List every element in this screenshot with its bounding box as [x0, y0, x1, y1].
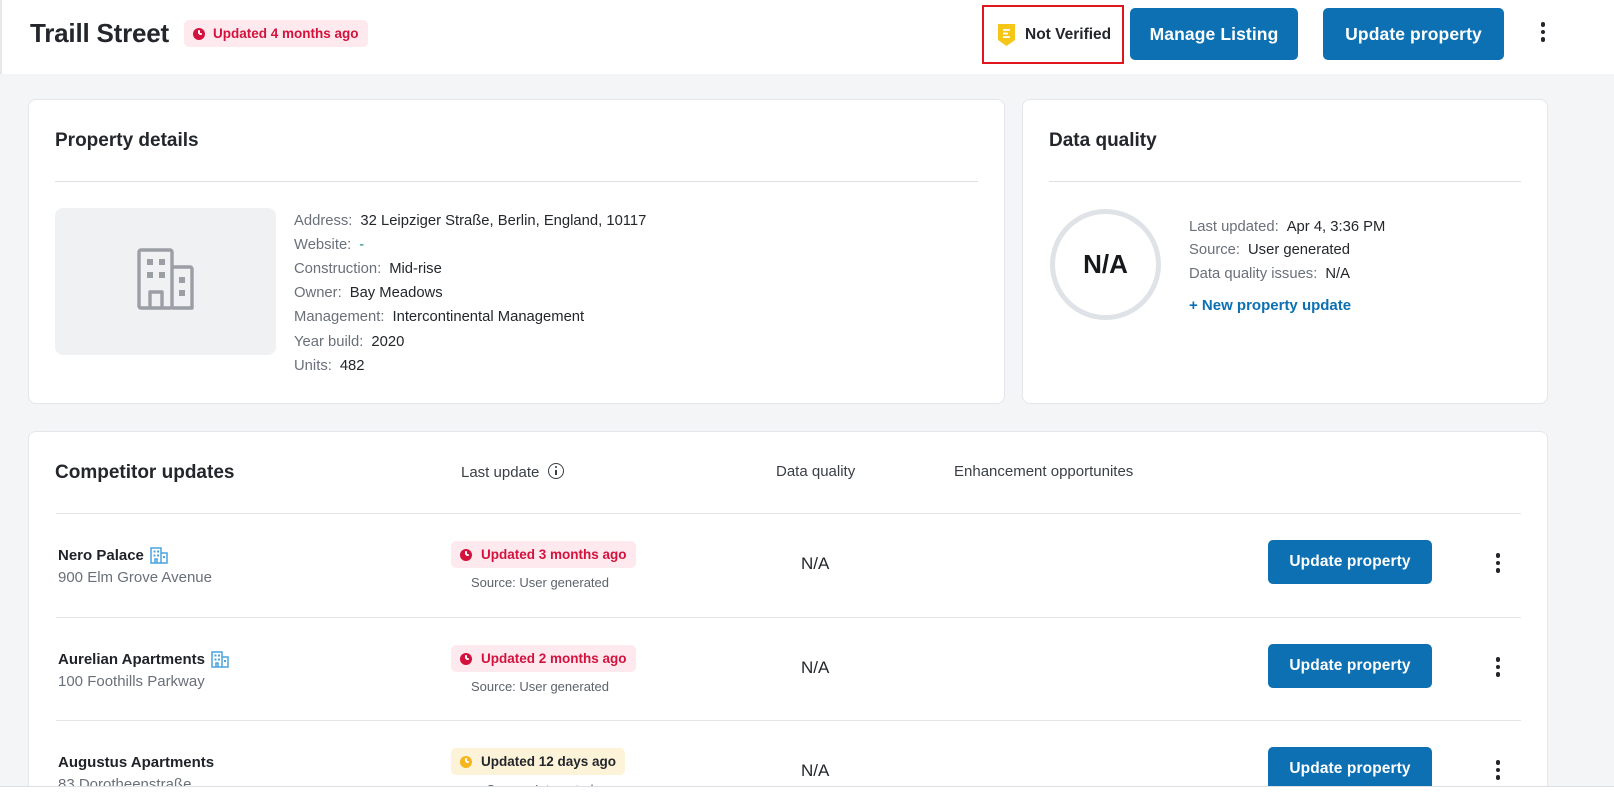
- data-quality-value: N/A: [801, 658, 830, 677]
- detail-construction: Construction: Mid-rise: [294, 261, 442, 278]
- column-header-last-update: Last update: [461, 463, 565, 481]
- more-options-icon[interactable]: [1488, 655, 1508, 679]
- verification-status[interactable]: Not Verified: [982, 5, 1124, 64]
- divider: [55, 181, 978, 182]
- column-header-data-quality: Data quality: [776, 463, 856, 480]
- competitor-updates-card: Competitor updates Last update Data qual…: [28, 431, 1548, 812]
- competitor-row: Aurelian Apartments 100 Foothills Parkwa…: [56, 617, 1521, 721]
- clock-icon: [460, 548, 472, 561]
- updated-status-badge: Updated 4 months ago: [184, 20, 368, 47]
- clock-icon: [460, 755, 472, 768]
- detail-website: Website: -: [294, 237, 365, 254]
- property-image-placeholder: [55, 208, 276, 355]
- updated-status-badge: Updated 3 months ago: [451, 541, 636, 568]
- property-details-title: Property details: [55, 130, 199, 151]
- competitor-address: 100 Foothills Parkway: [58, 673, 205, 690]
- data-quality-value: N/A: [801, 761, 830, 780]
- competitor-updates-title: Competitor updates: [55, 462, 235, 483]
- column-header-enhancement: Enhancement opportunites: [954, 463, 1134, 480]
- qa-source: Source: User generated: [1189, 242, 1350, 259]
- page-title: Traill Street: [30, 18, 170, 48]
- manage-listing-button[interactable]: Manage Listing: [1130, 8, 1298, 60]
- source-text: Source: User generated: [470, 679, 610, 694]
- updated-status-badge: Updated 2 months ago: [451, 645, 636, 672]
- data-quality-value: N/A: [801, 554, 830, 573]
- building-icon: [134, 247, 198, 316]
- detail-management: Management: Intercontinental Management: [294, 309, 585, 326]
- competitor-address: 900 Elm Grove Avenue: [58, 569, 212, 586]
- updated-status-label: Updated 4 months ago: [213, 26, 359, 41]
- property-details-list: Address: 32 Leipziger Straße, Berlin, En…: [294, 209, 646, 378]
- detail-units: Units: 482: [294, 357, 365, 374]
- update-property-button[interactable]: Update property: [1268, 540, 1432, 584]
- building-icon: [150, 547, 168, 564]
- update-property-button[interactable]: Update property: [1268, 747, 1432, 791]
- competitor-name[interactable]: Augustus Apartments: [58, 754, 214, 771]
- update-property-button[interactable]: Update property: [1323, 8, 1504, 60]
- new-property-update-link[interactable]: + New property update: [1189, 297, 1351, 314]
- building-icon: [211, 651, 229, 668]
- data-quality-title: Data quality: [1049, 130, 1157, 151]
- data-quality-list: Last updated: Apr 4, 3:36 PM Source: Use…: [1189, 215, 1385, 286]
- more-options-icon[interactable]: [1488, 758, 1508, 782]
- detail-year-build: Year build: 2020: [294, 333, 405, 350]
- update-property-button[interactable]: Update property: [1268, 644, 1432, 688]
- competitor-name[interactable]: Aurelian Apartments: [58, 651, 229, 668]
- detail-owner: Owner: Bay Meadows: [294, 285, 443, 302]
- data-quality-score: N/A: [1050, 209, 1161, 320]
- website-link[interactable]: -: [359, 237, 364, 253]
- more-options-icon[interactable]: [1533, 20, 1553, 44]
- clock-icon: [193, 27, 205, 40]
- data-quality-card: Data quality N/A Last updated: Apr 4, 3:…: [1022, 99, 1548, 404]
- updated-status-badge: Updated 12 days ago: [451, 748, 626, 775]
- qa-issues: Data quality issues: N/A: [1189, 265, 1350, 282]
- window-bottom-edge: [0, 786, 1614, 812]
- source-text: Source: User generated: [470, 575, 610, 590]
- divider: [1049, 181, 1521, 182]
- verification-status-label: Not Verified: [1025, 25, 1112, 43]
- competitor-name[interactable]: Nero Palace: [58, 547, 168, 564]
- shield-icon: [997, 23, 1016, 47]
- qa-last-updated: Last updated: Apr 4, 3:36 PM: [1189, 218, 1386, 235]
- page-header: Traill Street Updated 4 months ago Not V…: [0, 0, 1614, 74]
- more-options-icon[interactable]: [1488, 551, 1508, 575]
- detail-address: Address: 32 Leipziger Straße, Berlin, En…: [294, 213, 647, 230]
- competitor-row: Nero Palace 900 Elm Grove Avenue Updated…: [56, 513, 1521, 617]
- info-icon[interactable]: [548, 463, 565, 479]
- property-details-card: Property details Address: 32 Leipziger S…: [28, 99, 1005, 404]
- clock-icon: [460, 652, 472, 665]
